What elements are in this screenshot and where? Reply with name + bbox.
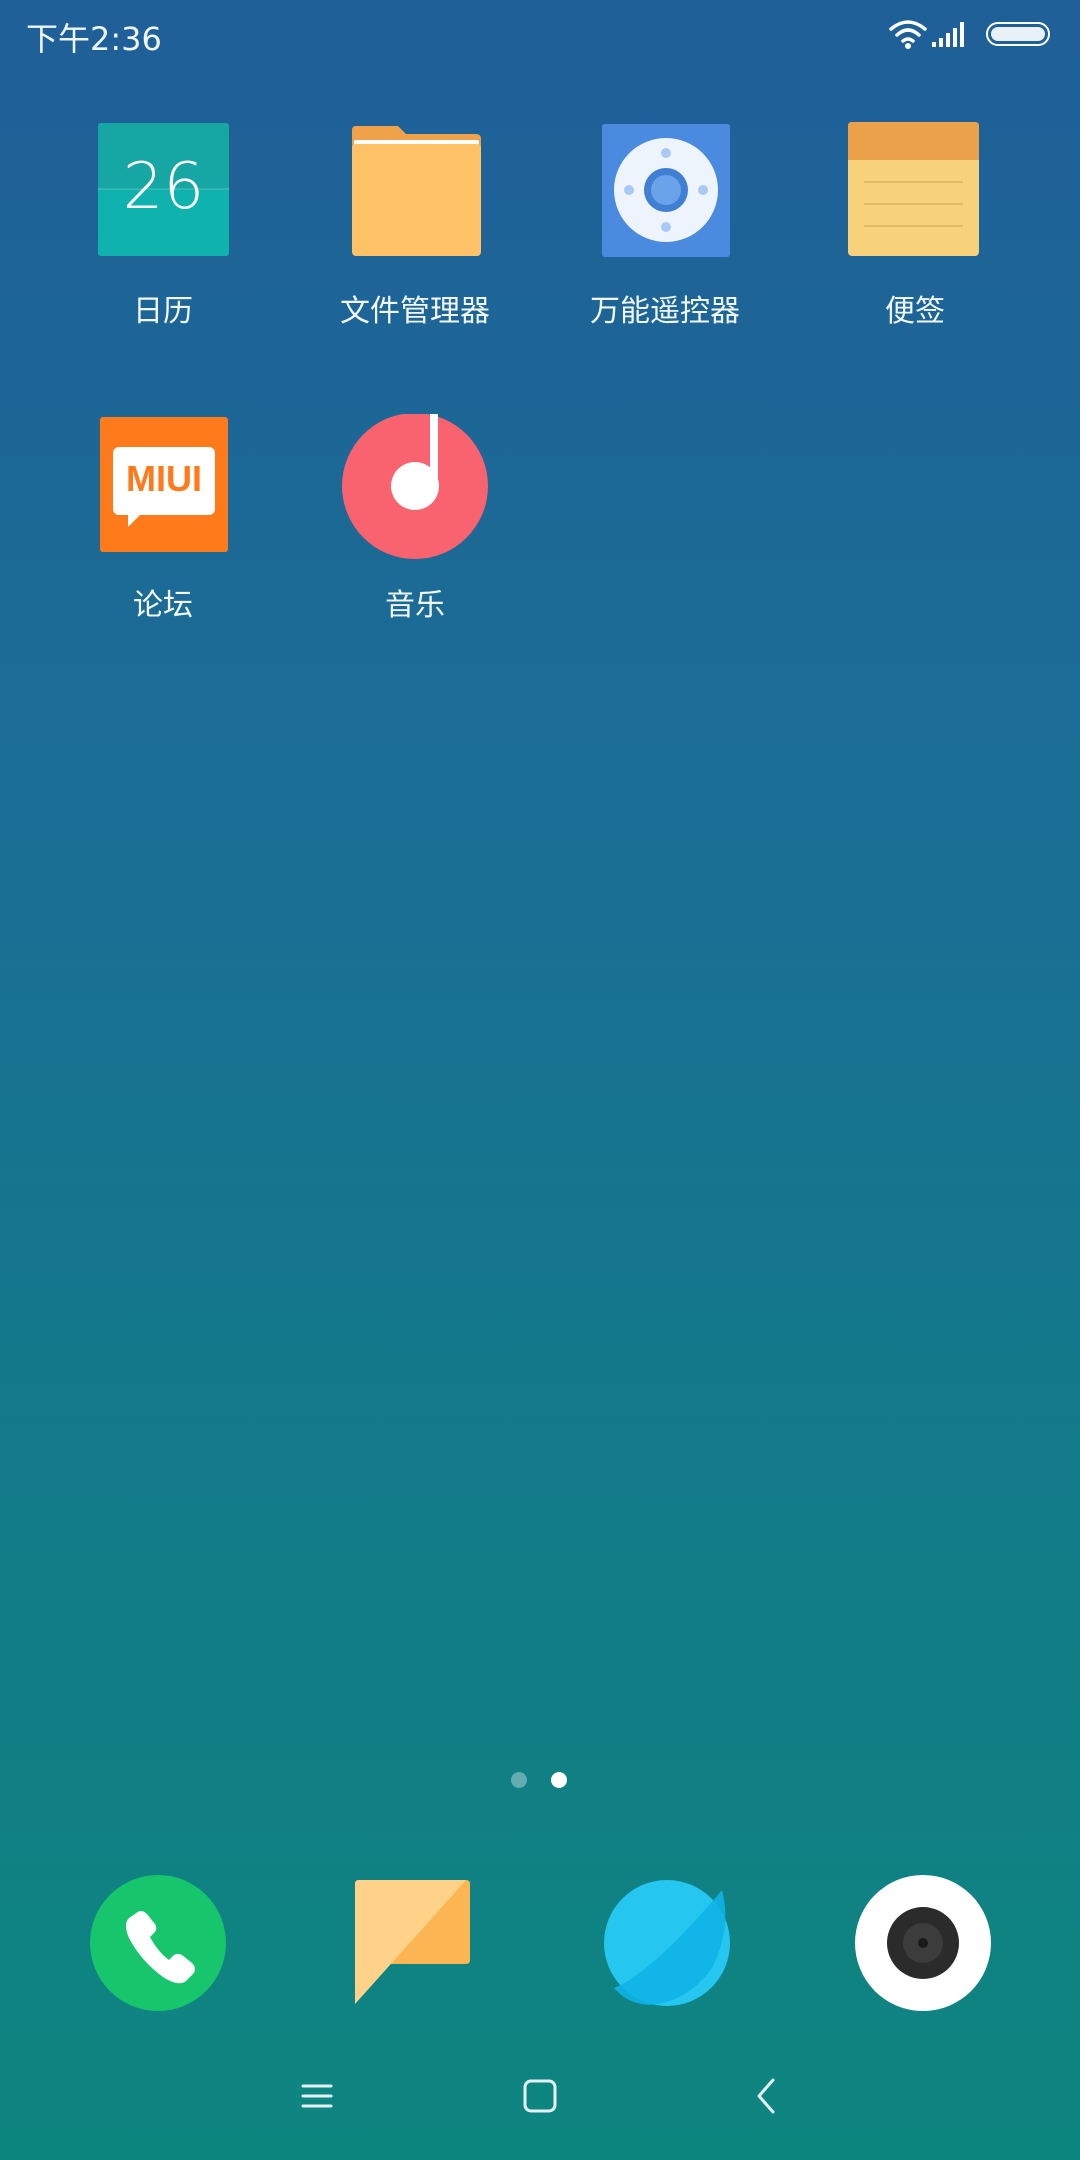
page-dot-2[interactable] (551, 1772, 567, 1788)
browser-icon (592, 1868, 742, 2018)
app-label: 日历 (133, 294, 193, 329)
folder-icon (290, 120, 540, 280)
status-bar: 下午2:36 (0, 0, 1080, 70)
miui-forum-icon: MIUI (38, 414, 288, 574)
app-label: 万能遥控器 (590, 294, 740, 329)
app-label: 论坛 (133, 588, 193, 623)
notes-icon (790, 120, 1040, 280)
status-time: 下午2:36 (26, 20, 162, 58)
menu-icon[interactable] (293, 2072, 341, 2120)
music-icon (290, 414, 540, 574)
home-icon[interactable] (516, 2072, 564, 2120)
page-indicator (0, 1772, 1080, 1792)
miui-logo-text: MIUI (126, 458, 202, 499)
page-dot-1[interactable] (511, 1772, 527, 1788)
camera-icon (848, 1868, 998, 2018)
dock-messages[interactable] (338, 1868, 488, 2018)
navigation-bar (0, 2060, 1080, 2130)
app-label: 文件管理器 (340, 294, 490, 329)
phone-icon (83, 1868, 233, 2018)
message-icon (338, 1868, 488, 2018)
app-label: 便签 (885, 294, 945, 329)
back-icon[interactable] (743, 2072, 791, 2120)
calendar-date: 26 (122, 150, 205, 224)
battery-icon (986, 22, 1050, 46)
dock-phone[interactable] (83, 1868, 233, 2018)
dock-browser[interactable] (592, 1868, 742, 2018)
calendar-icon: 26 (38, 120, 288, 280)
signal-icon (930, 20, 970, 48)
dock-camera[interactable] (848, 1868, 998, 2018)
wifi-icon (888, 18, 928, 50)
app-label: 音乐 (385, 588, 445, 623)
remote-control-icon (540, 120, 790, 280)
